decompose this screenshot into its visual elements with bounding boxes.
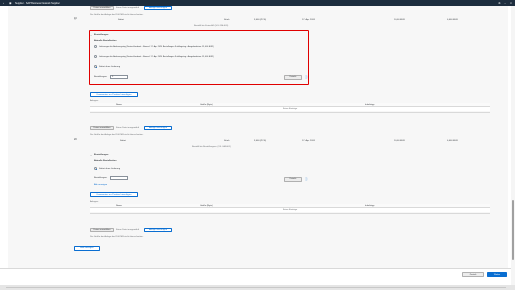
page-footer: Zurück Weiter — [0, 268, 511, 280]
close-icon[interactable]: ✕ — [510, 2, 512, 5]
item20-number: 20 — [74, 138, 77, 141]
item10-date: 17. Apr. 2024 — [302, 19, 315, 21]
no-file-label-2: Keine Datei ausgewählt — [116, 127, 139, 129]
next-button[interactable]: Weiter — [487, 272, 507, 277]
highlight-box — [89, 30, 309, 85]
scrollbar-thumb[interactable] — [512, 200, 514, 260]
attachments-empty-row-2: Keine Einträge — [90, 208, 490, 212]
back-button[interactable]: Zurück — [462, 272, 484, 277]
item20-qty: 3,000 (PCS) — [254, 140, 267, 142]
item20-option-radio[interactable] — [94, 167, 98, 171]
info-icon-2[interactable]: ⓘ — [305, 177, 308, 181]
add-attachment-button[interactable]: Anlage hinzufügen — [144, 6, 172, 10]
attachment-hint: Die Größe der Anlage darf 100 MB nicht ü… — [90, 14, 144, 16]
item20-subtotal: 0,000 EUR — [447, 140, 458, 142]
add-item-comment-button-2[interactable]: Kommentar zur Position hinzufügen — [90, 192, 138, 197]
item10-price: 10,00 EUR — [394, 19, 405, 21]
col-name: Name — [116, 103, 122, 106]
item10-uom: Stück — [224, 19, 230, 21]
restore-icon[interactable]: ⧉ — [499, 2, 501, 5]
choose-file-button[interactable]: Daten auswählen — [90, 6, 114, 10]
add-attachment-button-3[interactable]: Anlage hinzufügen — [144, 228, 172, 232]
choose-file-button-2[interactable]: Daten auswählen — [90, 126, 114, 130]
settings-header-2: Einstellungen — [94, 154, 109, 156]
add-attachment-button-2[interactable]: Anlage hinzufügen — [144, 126, 172, 130]
item10-name: Sofort — [118, 19, 124, 21]
choose-file-button-3[interactable]: Daten auswählen — [90, 228, 114, 232]
item20-name: Sofort — [120, 140, 126, 142]
add-item-comment-button[interactable]: Kommentar zur Position hinzufügen — [90, 92, 138, 97]
attachment-hint-3: Die Größe der Anlage darf 100 MB nicht ü… — [90, 236, 144, 238]
attachments-empty-row: Keine Einträge — [90, 107, 490, 111]
expand-settings-2-icon[interactable]: ⌄ — [90, 154, 92, 157]
item20-subinfo: Bestellt bis Bestellungsnr. (V4: GM-001) — [192, 146, 231, 148]
col-name-2: Name — [116, 204, 122, 207]
details-button-2[interactable]: Details — [284, 177, 302, 182]
item20-uom: Stück — [224, 140, 230, 142]
horizontal-scroll-thumb[interactable] — [6, 287, 506, 288]
minimize-icon[interactable]: – — [504, 2, 505, 5]
attachment-hint-2: Die Größe der Anlage darf 100 MB nicht ü… — [90, 134, 144, 136]
item20-date: 17. Apr. 2024 — [302, 140, 315, 142]
no-file-label: Keine Datei ausgewählt — [116, 7, 139, 9]
app-icon: ◉ — [9, 0, 12, 5]
item10-subinfo: Bestellt bis Keine AG (V4: GM-001) — [194, 25, 229, 27]
window-title: Supplier · SAP Business Network Supplier — [15, 1, 60, 5]
item20-option-label: Sofort ohne Lieferung — [99, 168, 121, 170]
no-file-label-3: Keine Datei ausgewählt — [116, 229, 139, 231]
col-type: Inhaltstyp — [365, 103, 375, 106]
item10-qty: 3,000 (PCS) — [254, 19, 267, 21]
quantity-input-2[interactable] — [110, 176, 128, 180]
col-size: Größe (Byte) — [200, 103, 213, 106]
show-all-button[interactable]: Alle anzeigen — [74, 246, 100, 251]
attachments-label-2: Anlagen: — [90, 201, 99, 203]
back-icon[interactable]: ‹ — [3, 1, 6, 5]
col-size-2: Größe (Byte) — [200, 204, 213, 207]
item10-number: 10 — [74, 17, 77, 20]
item20-price: 10,00 EUR — [394, 140, 405, 142]
attachments-label: Anlagen: — [90, 100, 99, 102]
show-all-link[interactable]: Alle anzeigen — [94, 184, 107, 186]
settings-subheader-2: Aktuelle Bestellzeiten — [94, 160, 117, 162]
quantity-label-2: Bestellungen: — [94, 177, 108, 179]
col-type-2: Inhaltstyp — [365, 204, 375, 207]
horizontal-scrollbar[interactable] — [0, 285, 515, 290]
item10-subtotal: 0,000 EUR — [447, 19, 458, 21]
